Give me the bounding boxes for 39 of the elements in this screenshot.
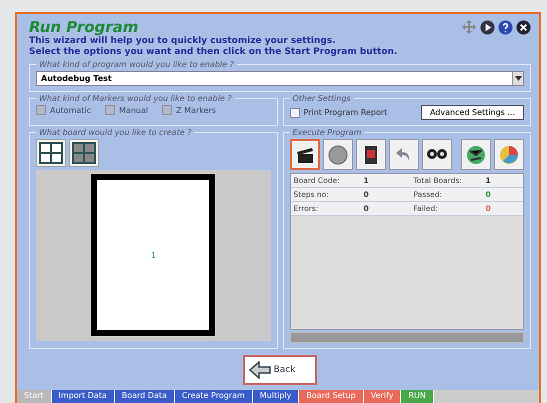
pie-icon (498, 144, 520, 166)
group-legend: Execute Program (290, 128, 364, 137)
grid-layout-button[interactable] (69, 139, 99, 167)
dropdown-arrow-icon (514, 76, 522, 81)
wizard-step-tab[interactable]: RUN (401, 390, 434, 403)
checkbox-label: Automatic (50, 106, 92, 114)
globe-tool-button[interactable] (461, 139, 491, 170)
stop-icon (326, 144, 348, 166)
board-number: 1 (150, 250, 156, 260)
window-title: Run Program (29, 18, 138, 36)
play-icon[interactable] (480, 20, 495, 34)
group-legend: What kind of Markers would you like to enable ? (36, 94, 235, 103)
checkbox-label: Manual (119, 106, 148, 114)
group-legend: What board would you like to create ? (36, 128, 194, 137)
clapper-tool-button[interactable] (290, 139, 320, 170)
grid-layout-button[interactable] (36, 139, 66, 167)
stop-tool-button[interactable] (322, 139, 352, 170)
wizard-step-tab[interactable]: Verify (364, 390, 402, 403)
group-legend: What kind of program would you like to enable ? (36, 60, 237, 69)
help-icon[interactable] (498, 20, 513, 34)
pie-tool-button[interactable] (494, 139, 524, 170)
report-tool-button[interactable] (356, 139, 386, 170)
wizard-step-tab[interactable]: Import Data (52, 390, 115, 403)
checkbox-label: Print Program Report (304, 108, 388, 117)
back-button[interactable]: Back (242, 355, 318, 385)
program-dropdown[interactable]: Autodebug Test (36, 71, 524, 86)
intro-text: This wizard will help you to quickly customize your settings. (29, 36, 337, 47)
intro-text: Select the options you want and then click on the Start Program button. (29, 47, 398, 58)
close-icon[interactable] (516, 20, 531, 34)
wizard-step-tab[interactable]: Multiply (252, 390, 300, 403)
left-arrow-icon (248, 361, 271, 379)
wizard-step-tab[interactable]: Board Data (114, 390, 175, 403)
wizard-step-tab[interactable]: Create Program (174, 390, 253, 403)
checkbox-label: Z Markers (176, 106, 216, 114)
group-legend: Other Settings (290, 94, 354, 103)
binoculars-tool-button[interactable] (422, 139, 452, 170)
wizard-step-tab[interactable]: Board Setup (299, 390, 364, 403)
advanced-settings-button[interactable]: Advanced Settings ... (420, 105, 524, 120)
checkbox[interactable] (290, 108, 300, 118)
